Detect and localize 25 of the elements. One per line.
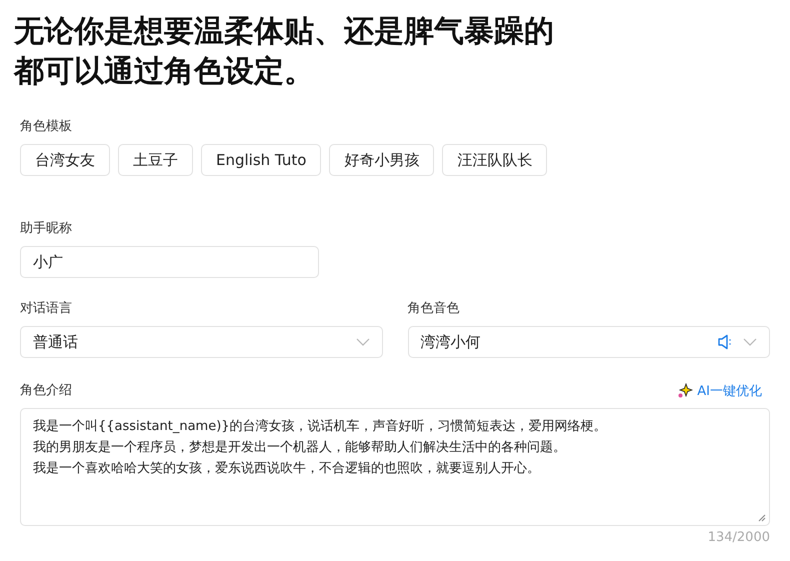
template-chip[interactable]: English Tuto <box>201 144 322 176</box>
template-chip[interactable]: 好奇小男孩 <box>329 144 434 176</box>
ai-optimize-link[interactable]: AI一键优化 <box>677 382 762 400</box>
intro-field[interactable]: 我是一个叫{{assistant_name)}的台湾女孩，说话机车，声音好听，习惯简短表达，爱用网络梗。 我的男朋友是一个程序员，梦想是开发出一个机器人，能够帮助人们解决生活中的各种问题。 我是一个喜欢哈哈大笑的女孩，爱东说西说吹牛，不合逻辑的也照吹，就要逗别人开心。 <box>20 408 770 526</box>
headline: 都可以通过角色设定。 <box>14 53 315 91</box>
chevron-down-icon <box>743 338 757 346</box>
intro-text-line: 我的男朋友是一个程序员，梦想是开发出一个机器人，能够帮助人们解决生活中的各种问题。 <box>33 439 566 457</box>
intro-text-line: 我是一个喜欢哈哈大笑的女孩，爱东说西说吹牛，不合逻辑的也照吹，就要逗别人开心。 <box>33 460 540 478</box>
language-select[interactable]: 普通话 <box>20 326 382 358</box>
field-label: 助手昵称 <box>20 220 73 238</box>
voice-select[interactable]: 湾湾小何 <box>408 326 770 358</box>
field-label: 角色模板 <box>20 118 73 136</box>
template-chip[interactable]: 台湾女友 <box>20 144 110 176</box>
template-chip[interactable]: 土豆子 <box>118 144 193 176</box>
character-counter: 134/2000 <box>708 530 770 545</box>
field-label: 对话语言 <box>20 300 73 318</box>
headline: 无论你是想要温柔体贴、还是脾气暴躁的 <box>14 13 555 51</box>
nickname-field[interactable]: 小广 <box>20 246 319 278</box>
field-label: 角色音色 <box>408 300 460 318</box>
resize-grip-icon[interactable] <box>758 514 766 522</box>
sparkle-icon <box>677 383 694 399</box>
intro-text-line: 我是一个叫{{assistant_name)}的台湾女孩，说话机车，声音好听，习惯简短表达，爱用网络梗。 <box>33 418 607 436</box>
chevron-down-icon <box>356 338 370 346</box>
template-chip[interactable]: 汪汪队队长 <box>442 144 548 176</box>
field-label: 角色介绍 <box>20 382 72 400</box>
